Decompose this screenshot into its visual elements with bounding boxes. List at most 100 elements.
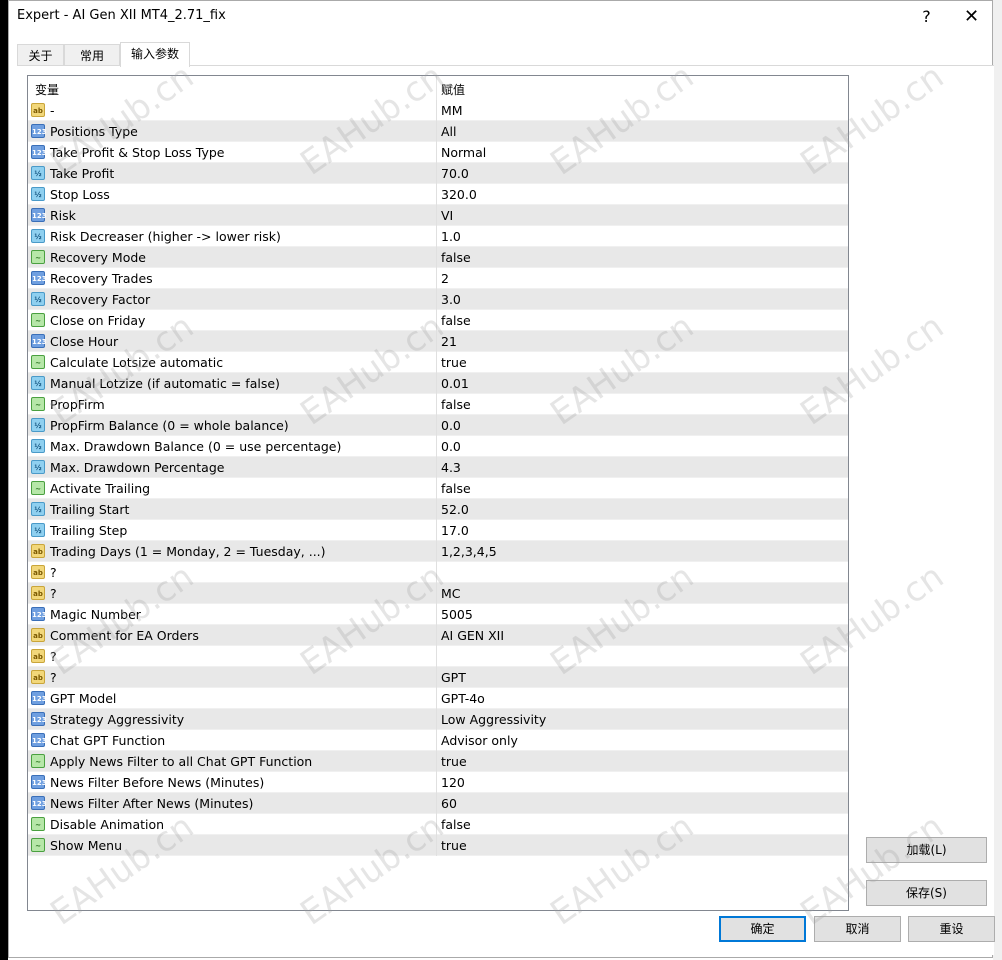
table-row[interactable]: ½ Take Profit 70.0 <box>28 163 848 184</box>
parameter-value[interactable]: false <box>441 250 471 265</box>
parameter-value[interactable]: GPT-4o <box>441 691 485 706</box>
parameter-value[interactable]: 320.0 <box>441 187 477 202</box>
parameter-value[interactable]: 0.0 <box>441 418 461 433</box>
cell-divider <box>436 604 437 625</box>
parameter-value[interactable]: 60 <box>441 796 457 811</box>
table-row[interactable]: 123 Take Profit & Stop Loss Type Normal <box>28 142 848 163</box>
parameter-value[interactable]: All <box>441 124 457 139</box>
parameter-value[interactable]: true <box>441 355 467 370</box>
save-button[interactable]: 保存(S) <box>866 880 987 906</box>
table-row[interactable]: ~ Close on Friday false <box>28 310 848 331</box>
help-button[interactable]: ? <box>904 3 949 31</box>
table-row[interactable]: ½ Manual Lotzize (if automatic = false) 0.… <box>28 373 848 394</box>
cancel-button[interactable]: 取消 <box>814 916 901 942</box>
table-row[interactable]: ab? <box>28 562 848 583</box>
table-row[interactable]: ½ Recovery Factor 3.0 <box>28 289 848 310</box>
parameter-value[interactable]: GPT <box>441 670 466 685</box>
parameter-value[interactable]: 21 <box>441 334 457 349</box>
column-header-variable[interactable]: 变量 <box>35 81 59 98</box>
double-type-icon: ½ <box>31 292 45 306</box>
table-row[interactable]: ab Trading Days (1 = Monday, 2 = Tuesday,… <box>28 541 848 562</box>
parameter-value[interactable]: Advisor only <box>441 733 518 748</box>
parameter-value[interactable]: true <box>441 754 467 769</box>
table-row[interactable]: 123 GPT Model GPT-4o <box>28 688 848 709</box>
tab-about[interactable]: 关于 <box>17 44 64 66</box>
boolean-type-icon: ~ <box>31 313 45 327</box>
table-row[interactable]: 123 Positions Type All <box>28 121 848 142</box>
cell-divider <box>436 688 437 709</box>
table-row[interactable]: 123 Strategy Aggressivity Low Aggressivity <box>28 709 848 730</box>
title-bar: Expert - AI Gen XII MT4_2.71_fix ? ✕ <box>9 1 992 33</box>
parameter-value[interactable]: 1.0 <box>441 229 461 244</box>
parameter-value[interactable]: 52.0 <box>441 502 469 517</box>
table-row[interactable]: ~ Disable Animation false <box>28 814 848 835</box>
string-type-icon: ab <box>31 670 45 684</box>
table-row[interactable]: 123 News Filter After News (Minutes) 60 <box>28 793 848 814</box>
parameter-value[interactable]: 17.0 <box>441 523 469 538</box>
parameter-value[interactable]: AI GEN XII <box>441 628 504 643</box>
table-row[interactable]: ~ PropFirm false <box>28 394 848 415</box>
table-row[interactable]: 123 Close Hour 21 <box>28 331 848 352</box>
table-row[interactable]: 123 News Filter Before News (Minutes) 120 <box>28 772 848 793</box>
parameter-name: Stop Loss <box>50 187 110 202</box>
table-row[interactable]: ~ Recovery Mode false <box>28 247 848 268</box>
table-row[interactable]: ½ Max. Drawdown Balance (0 = use percenta… <box>28 436 848 457</box>
parameter-value[interactable]: false <box>441 397 471 412</box>
parameter-value[interactable]: 120 <box>441 775 465 790</box>
parameter-value[interactable]: MM <box>441 103 463 118</box>
reset-button[interactable]: 重设 <box>908 916 995 942</box>
table-row[interactable]: 123 Recovery Trades 2 <box>28 268 848 289</box>
tab-inputs[interactable]: 输入参数 <box>120 42 190 67</box>
column-divider[interactable] <box>436 76 437 100</box>
table-row[interactable]: ½ Trailing Start 52.0 <box>28 499 848 520</box>
table-row[interactable]: 123 Magic Number 5005 <box>28 604 848 625</box>
table-row[interactable]: ½ Trailing Step 17.0 <box>28 520 848 541</box>
load-button[interactable]: 加载(L) <box>866 837 987 863</box>
table-row[interactable]: ~ Apply News Filter to all Chat GPT Funct… <box>28 751 848 772</box>
parameter-value[interactable]: Normal <box>441 145 486 160</box>
table-row[interactable]: ½ Stop Loss 320.0 <box>28 184 848 205</box>
table-row[interactable]: 123 Risk VI <box>28 205 848 226</box>
background-chart-strip <box>0 0 8 960</box>
table-row[interactable]: ~ Activate Trailing false <box>28 478 848 499</box>
cell-divider <box>436 541 437 562</box>
ok-button[interactable]: 确定 <box>719 916 806 942</box>
parameter-value[interactable]: Low Aggressivity <box>441 712 546 727</box>
table-header: 变量 赋值 <box>28 76 848 100</box>
parameter-value[interactable]: 4.3 <box>441 460 461 475</box>
table-row[interactable]: ½ Max. Drawdown Percentage 4.3 <box>28 457 848 478</box>
table-row[interactable]: ab? GPT <box>28 667 848 688</box>
table-row[interactable]: ~ Calculate Lotsize automatic true <box>28 352 848 373</box>
parameter-name: Recovery Trades <box>50 271 153 286</box>
cell-divider <box>436 499 437 520</box>
table-row[interactable]: ab? MC <box>28 583 848 604</box>
parameter-value[interactable]: MC <box>441 586 461 601</box>
parameter-value[interactable]: false <box>441 817 471 832</box>
boolean-type-icon: ~ <box>31 481 45 495</box>
tab-common[interactable]: 常用 <box>64 44 120 66</box>
boolean-type-icon: ~ <box>31 838 45 852</box>
parameter-value[interactable]: false <box>441 481 471 496</box>
close-icon[interactable]: ✕ <box>949 3 994 31</box>
parameter-value[interactable]: 0.01 <box>441 376 469 391</box>
parameter-value[interactable]: 5005 <box>441 607 473 622</box>
table-row[interactable]: 123 Chat GPT Function Advisor only <box>28 730 848 751</box>
parameter-value[interactable]: true <box>441 838 467 853</box>
table-row[interactable]: ab? <box>28 646 848 667</box>
integer-type-icon: 123 <box>31 208 47 222</box>
parameter-value[interactable]: 70.0 <box>441 166 469 181</box>
parameter-value[interactable]: 1,2,3,4,5 <box>441 544 497 559</box>
table-row[interactable]: ab - MM <box>28 100 848 121</box>
column-header-value[interactable]: 赋值 <box>441 81 465 98</box>
parameter-value[interactable]: false <box>441 313 471 328</box>
table-row[interactable]: ½ Risk Decreaser (higher -> lower risk) 1.… <box>28 226 848 247</box>
table-row[interactable]: ab Comment for EA Orders AI GEN XII <box>28 625 848 646</box>
parameter-value[interactable]: 0.0 <box>441 439 461 454</box>
parameter-value[interactable]: 2 <box>441 271 449 286</box>
parameter-name: Strategy Aggressivity <box>50 712 185 727</box>
parameter-value[interactable]: 3.0 <box>441 292 461 307</box>
table-row[interactable]: ½ PropFirm Balance (0 = whole balance) 0.0 <box>28 415 848 436</box>
table-row[interactable]: ~ Show Menu true <box>28 835 848 856</box>
string-type-icon: ab <box>31 544 45 558</box>
parameter-value[interactable]: VI <box>441 208 453 223</box>
